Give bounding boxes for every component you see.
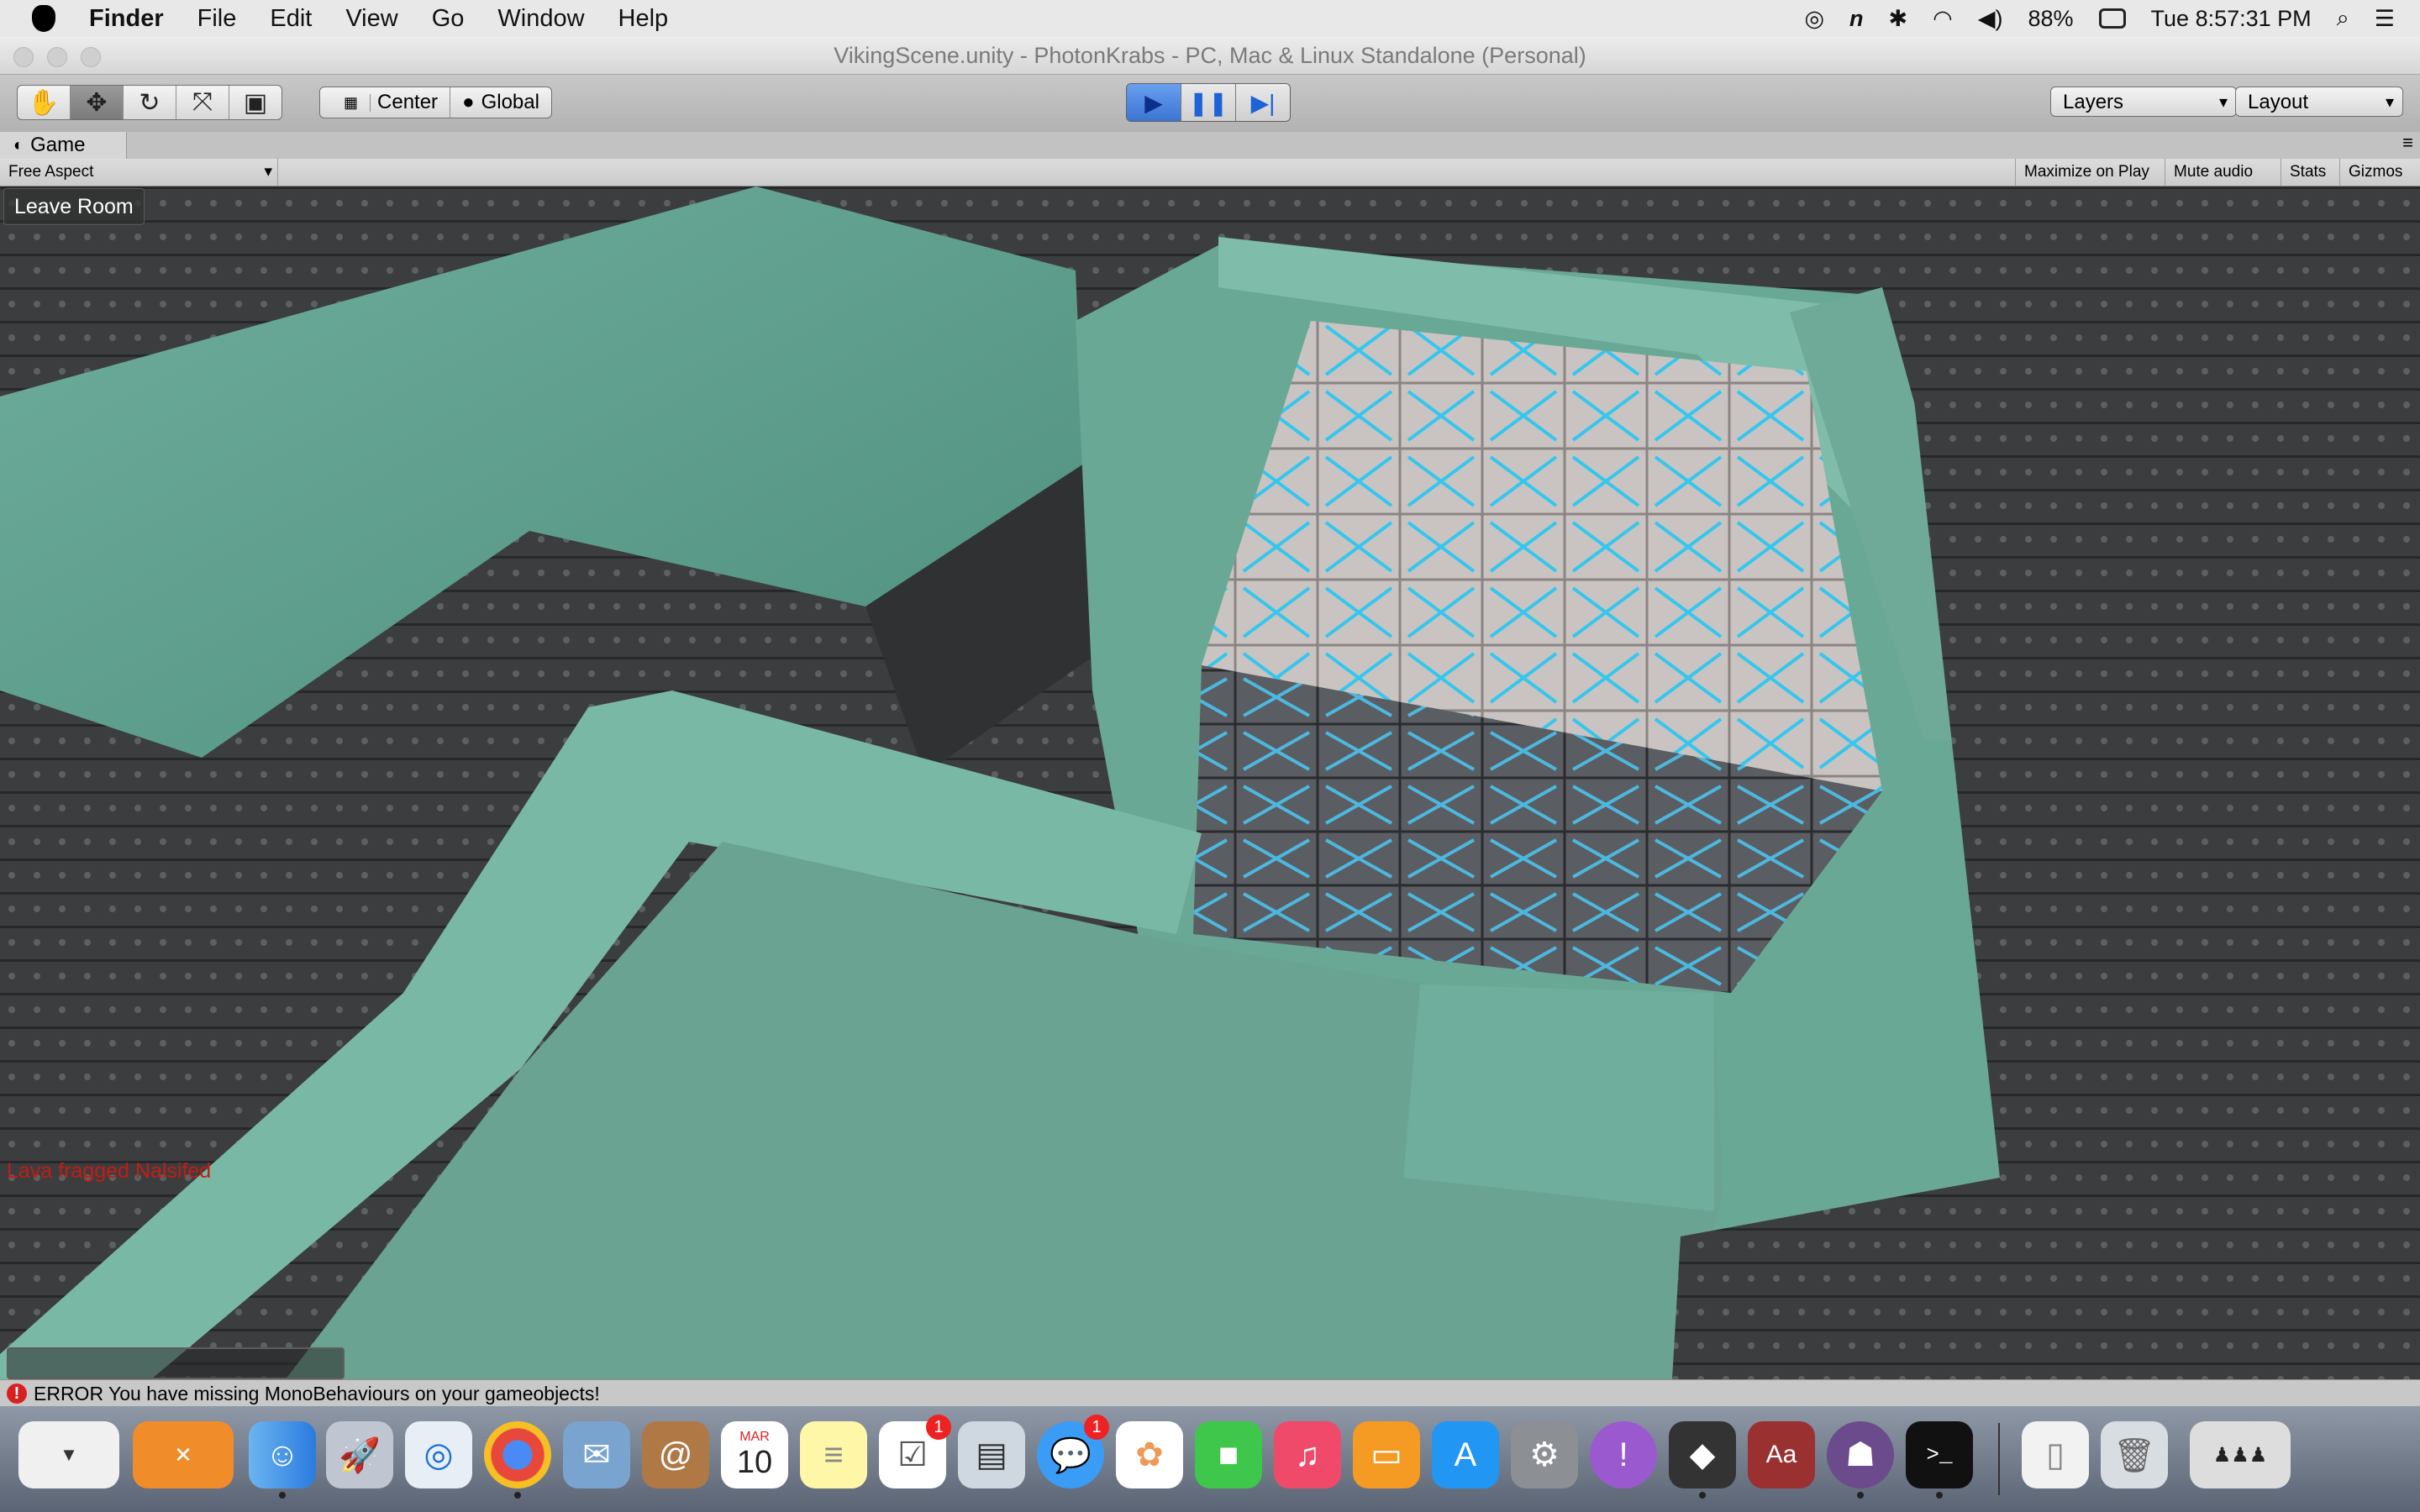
- pause-button-icon[interactable]: ❚❚: [1181, 84, 1236, 121]
- play-button-icon[interactable]: ▶: [1127, 84, 1181, 121]
- reminders-icon[interactable]: ☑ 1: [879, 1415, 951, 1488]
- photos-icon[interactable]: ✿: [1116, 1421, 1183, 1488]
- layout-dropdown[interactable]: Layout: [2235, 87, 2403, 118]
- game-tab-header: ◐ Game ≡: [0, 132, 2420, 160]
- trash-icon[interactable]: 🗑: [2101, 1421, 2168, 1488]
- macos-dock: ▼ ✕ ☺ 🚀 ◎ ✉ @ MAR 10 ≡ ☑ 1 ▤ 💬 1 ✿ ■ ♫ ▭ A…: [0, 1406, 2420, 1512]
- playmode-controls: ▶ ❚❚ ▶|: [1126, 83, 1291, 122]
- menu-file[interactable]: File: [197, 5, 237, 33]
- tab-game[interactable]: ◐ Game: [0, 132, 127, 159]
- scale-tool-icon[interactable]: ⤧: [176, 86, 229, 119]
- pivot-center-button[interactable]: ▦ Center: [320, 87, 451, 118]
- creative-cloud-icon[interactable]: ◎: [1804, 6, 1824, 32]
- apple-menu-icon[interactable]: [32, 5, 55, 32]
- game-tab-label: Game: [30, 134, 86, 156]
- calendar-month: MAR: [739, 1429, 770, 1444]
- pivot-global-button[interactable]: ● Global: [450, 87, 551, 118]
- facetime-icon[interactable]: ■: [1195, 1421, 1262, 1488]
- pivot-toggle: ▦ Center ● Global: [319, 87, 552, 118]
- finder-icon[interactable]: ☺: [249, 1421, 316, 1499]
- center-icon: ▦: [332, 93, 371, 112]
- kill-feed-message: Lava fragged Nalsifed: [7, 1159, 212, 1183]
- chat-input[interactable]: [7, 1347, 345, 1379]
- contacts-icon[interactable]: @: [642, 1421, 709, 1488]
- messages-badge: 1: [1084, 1415, 1109, 1440]
- reminders-badge: 1: [926, 1415, 951, 1440]
- rotate-tool-icon[interactable]: ↻: [124, 86, 176, 119]
- chrome-icon[interactable]: [484, 1421, 551, 1499]
- globe-icon: ●: [462, 91, 475, 113]
- game-viewport[interactable]: Leave Room Lava fragged Nalsifed: [0, 186, 2420, 1379]
- messages-icon[interactable]: 💬 1: [1037, 1415, 1109, 1488]
- volume-icon[interactable]: ◀): [1978, 6, 2003, 32]
- mute-audio-toggle[interactable]: Mute audio: [2165, 159, 2261, 186]
- dock-app-thumbnail[interactable]: ✕: [133, 1421, 234, 1488]
- stats-toggle[interactable]: Stats: [2281, 159, 2334, 186]
- transform-tools: ✋ ✥ ↻ ⤧ ▣: [17, 85, 282, 120]
- terminal-icon[interactable]: >_: [1906, 1421, 1973, 1499]
- game-tab-icon: ◐: [13, 135, 24, 155]
- game-view-toolbar: Free Aspect ▾ Maximize on Play Mute audi…: [0, 159, 2420, 186]
- floor-block: [1403, 984, 1714, 1211]
- launchpad-icon[interactable]: 🚀: [326, 1421, 393, 1488]
- menu-go[interactable]: Go: [432, 5, 465, 33]
- bluetooth-icon[interactable]: ✱: [1889, 6, 1908, 32]
- game-scene: [0, 186, 2420, 1379]
- dock-document-thumbnail[interactable]: ▼: [18, 1421, 119, 1488]
- move-tool-icon[interactable]: ✥: [71, 86, 124, 119]
- safari-icon[interactable]: ◎: [405, 1421, 472, 1488]
- ibooks-icon[interactable]: ▭: [1353, 1421, 1420, 1488]
- rect-tool-icon[interactable]: ▣: [229, 86, 281, 119]
- window-titlebar: VikingScene.unity - PhotonKrabs - PC, Ma…: [0, 37, 2420, 75]
- aspect-label: Free Aspect: [8, 163, 94, 181]
- console-status-bar[interactable]: ! ERROR You have missing MonoBehaviours …: [0, 1379, 2420, 1407]
- menubar-clock[interactable]: Tue 8:57:31 PM: [2151, 6, 2312, 32]
- close-window-button[interactable]: [13, 47, 34, 67]
- spotlight-search-icon[interactable]: ⌕: [2337, 5, 2349, 32]
- terminal-label: >_: [1926, 1442, 1953, 1467]
- notes-icon[interactable]: ≡: [800, 1421, 867, 1488]
- step-button-icon[interactable]: ▶|: [1236, 84, 1290, 121]
- tab-options-menu-icon[interactable]: ≡: [2402, 132, 2413, 154]
- dictionary-icon[interactable]: Aa: [1748, 1421, 1815, 1488]
- calendar-day: 10: [736, 1444, 773, 1480]
- gizmos-dropdown[interactable]: Gizmos: [2339, 159, 2411, 186]
- notification-center-icon[interactable]: ☰: [2375, 6, 2395, 32]
- maximize-on-play-toggle[interactable]: Maximize on Play: [2015, 159, 2158, 186]
- menu-window[interactable]: Window: [497, 5, 584, 33]
- menu-help[interactable]: Help: [618, 5, 669, 33]
- minimize-window-button[interactable]: [47, 47, 67, 67]
- system-preferences-icon[interactable]: ⚙: [1511, 1421, 1578, 1488]
- menu-view[interactable]: View: [345, 5, 397, 33]
- aspect-chevron-icon: ▾: [264, 163, 272, 181]
- app-store-icon[interactable]: A: [1432, 1421, 1499, 1488]
- menu-edit[interactable]: Edit: [270, 5, 312, 33]
- wifi-icon[interactable]: ◠: [1933, 6, 1953, 32]
- preview-icon[interactable]: ▤: [958, 1421, 1025, 1488]
- documents-stack-icon[interactable]: ▯: [2022, 1421, 2089, 1488]
- feedback-icon[interactable]: !: [1590, 1421, 1657, 1488]
- dictionary-label: Aa: [1765, 1441, 1797, 1468]
- unity-icon[interactable]: ◆: [1669, 1421, 1736, 1499]
- aspect-dropdown[interactable]: Free Aspect ▾: [0, 159, 278, 186]
- dock-divider: [1998, 1423, 2000, 1495]
- error-icon: !: [7, 1383, 27, 1404]
- dock-folder-thumbnail[interactable]: ♟♟♟: [2190, 1421, 2291, 1488]
- mail-bird-icon[interactable]: ✉: [563, 1421, 630, 1488]
- app-menu[interactable]: Finder: [89, 5, 164, 33]
- n-menu-icon[interactable]: n: [1849, 6, 1864, 32]
- hand-tool-icon[interactable]: ✋: [18, 86, 71, 119]
- unity-toolbar: ✋ ✥ ↻ ⤧ ▣ ▦ Center ● Global ▶ ❚❚ ▶| Layers…: [0, 75, 2420, 133]
- itunes-icon[interactable]: ♫: [1274, 1421, 1341, 1488]
- github-icon[interactable]: ☗: [1827, 1421, 1894, 1499]
- console-message: ERROR You have missing MonoBehaviours on…: [34, 1383, 600, 1404]
- leave-room-button[interactable]: Leave Room: [3, 188, 145, 225]
- layers-dropdown[interactable]: Layers: [2050, 87, 2237, 118]
- calendar-icon[interactable]: MAR 10: [721, 1421, 788, 1488]
- zoom-window-button[interactable]: [81, 47, 101, 67]
- battery-percent[interactable]: 88%: [2028, 6, 2074, 32]
- battery-icon[interactable]: [2098, 8, 2126, 29]
- window-title: VikingScene.unity - PhotonKrabs - PC, Ma…: [834, 43, 1586, 68]
- macos-menubar: Finder File Edit View Go Window Help ◎ n…: [0, 0, 2420, 38]
